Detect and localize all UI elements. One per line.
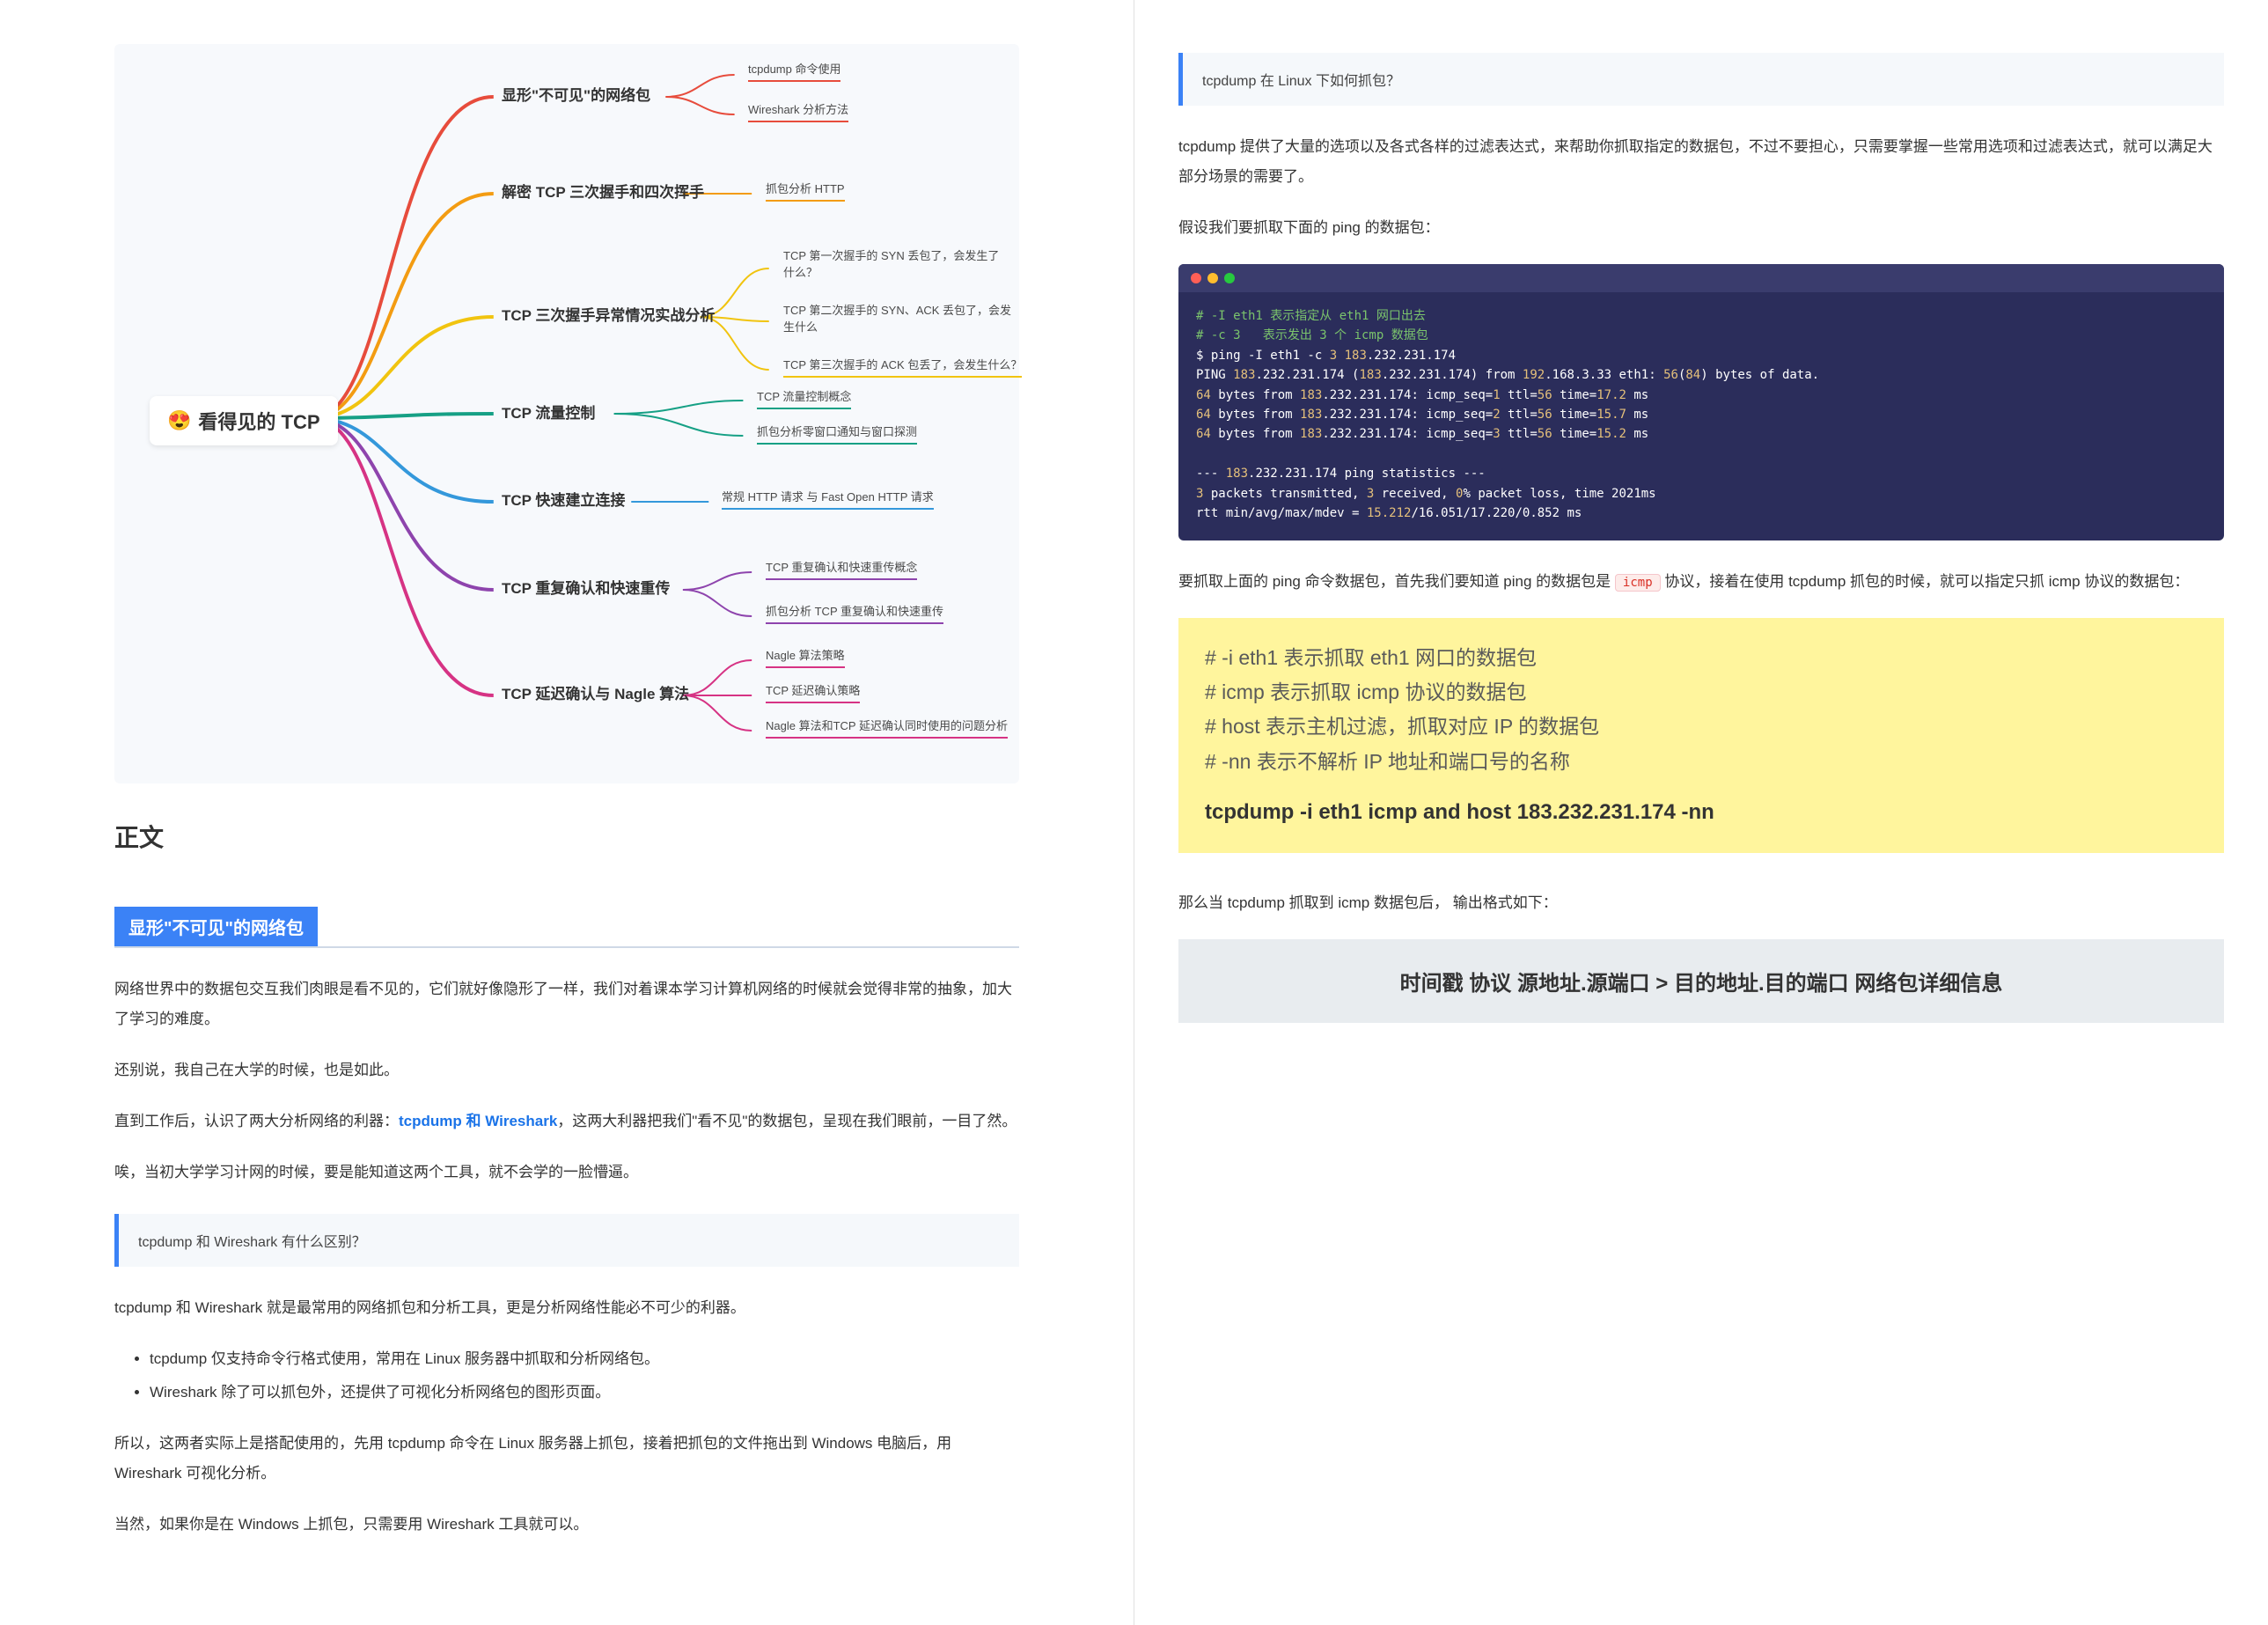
callout-question-1: tcpdump 和 Wireshark 有什么区别？ [114, 1214, 1019, 1267]
mm-leaf-3-0: TCP 流量控制概念 [757, 387, 851, 409]
mm-leaf-5-1: 抓包分析 TCP 重复确认和快速重传 [766, 602, 943, 624]
p-intro-2: 还别说，我自己在大学的时候，也是如此。 [114, 1055, 1019, 1085]
p-ans-1: tcpdump 和 Wireshark 就是最常用的网络抓包和分析工具，更是分析… [114, 1293, 1019, 1323]
p-ans-3: 当然，如果你是在 Windows 上抓包，只需要用 Wireshark 工具就可… [114, 1510, 1019, 1540]
yellow-comment-1: # -i eth1 表示抓取 eth1 网口的数据包 [1205, 641, 2198, 675]
mm-leaf-6-1: TCP 延迟确认策略 [766, 681, 860, 703]
grey-format-box: 时间戳 协议 源地址.源端口 > 目的地址.目的端口 网络包详细信息 [1178, 939, 2224, 1023]
mm-branch-6: TCP 延迟确认与 Nagle 算法 [502, 681, 689, 703]
list-item: tcpdump 仅支持命令行格式使用，常用在 Linux 服务器中抓取和分析网络… [150, 1344, 1019, 1374]
yellow-comment-2: # icmp 表示抓取 icmp 协议的数据包 [1205, 675, 2198, 710]
mm-leaf-5-0: TCP 重复确认和快速重传概念 [766, 558, 917, 580]
inline-code-icmp: icmp [1615, 574, 1661, 592]
p-r2: 假设我们要抓取下面的 ping 的数据包： [1178, 213, 2224, 243]
p-r4: 那么当 tcpdump 抓取到 icmp 数据包后， 输出格式如下： [1178, 888, 2224, 918]
mm-leaf-0-0: tcpdump 命令使用 [748, 60, 840, 82]
left-column: 😍 看得见的 TCP 显形"不可见"的网络包 tcpdump 命令使用 Wire… [0, 0, 1134, 1625]
close-icon [1191, 273, 1201, 283]
mm-leaf-4-0: 常规 HTTP 请求 与 Fast Open HTTP 请求 [722, 488, 934, 510]
terminal-ping: # -I eth1 表示指定从 eth1 网口出去 # -c 3 表示发出 3 … [1178, 264, 2224, 540]
heading-main: 正文 [114, 819, 1019, 854]
mm-leaf-3-1: 抓包分析零窗口通知与窗口探测 [757, 423, 917, 445]
terminal-header [1178, 264, 2224, 292]
mm-branch-2: TCP 三次握手异常情况实战分析 [502, 303, 715, 325]
list-item: Wireshark 除了可以抓包外，还提供了可视化分析网络包的图形页面。 [150, 1378, 1019, 1408]
mm-leaf-0-1: Wireshark 分析方法 [748, 100, 848, 122]
section-title: 显形"不可见"的网络包 [114, 907, 318, 946]
mm-branch-1: 解密 TCP 三次握手和四次挥手 [502, 180, 704, 202]
minimize-icon [1207, 273, 1218, 283]
p-intro-1: 网络世界中的数据包交互我们肉眼是看不见的，它们就好像隐形了一样，我们对着课本学习… [114, 974, 1019, 1034]
mm-leaf-2-0: TCP 第一次握手的 SYN 丢包了，会发生了什么？ [783, 246, 1003, 283]
p-r3: 要抓取上面的 ping 命令数据包，首先我们要知道 ping 的数据包是 icm… [1178, 567, 2224, 597]
mm-leaf-6-0: Nagle 算法策略 [766, 646, 845, 668]
p-r1: tcpdump 提供了大量的选项以及各式各样的过滤表达式，来帮助你抓取指定的数据… [1178, 132, 2224, 192]
tool-names-link[interactable]: tcpdump 和 Wireshark [399, 1113, 557, 1129]
mm-branch-3: TCP 流量控制 [502, 401, 595, 423]
terminal-body: # -I eth1 表示指定从 eth1 网口出去 # -c 3 表示发出 3 … [1178, 292, 2224, 540]
mm-leaf-1-0: 抓包分析 HTTP [766, 180, 845, 202]
p-ans-2: 所以，这两者实际上是搭配使用的，先用 tcpdump 命令在 Linux 服务器… [114, 1429, 1019, 1489]
mm-leaf-6-2: Nagle 算法和TCP 延迟确认同时使用的问题分析 [766, 717, 1008, 739]
mindmap-root-label: 看得见的 TCP [198, 407, 319, 435]
section-divider [114, 946, 1019, 948]
mm-leaf-2-1: TCP 第二次握手的 SYN、ACK 丢包了，会发生什么 [783, 301, 1012, 338]
yellow-comment-3: # host 表示主机过滤，抓取对应 IP 的数据包 [1205, 710, 2198, 744]
p-intro-3: 直到工作后，认识了两大分析网络的利器：tcpdump 和 Wireshark，这… [114, 1107, 1019, 1136]
tool-list: tcpdump 仅支持命令行格式使用，常用在 Linux 服务器中抓取和分析网络… [150, 1344, 1019, 1408]
emoji-icon: 😍 [167, 409, 191, 432]
maximize-icon [1224, 273, 1235, 283]
mindmap: 😍 看得见的 TCP 显形"不可见"的网络包 tcpdump 命令使用 Wire… [114, 44, 1019, 783]
yellow-comment-4: # -nn 表示不解析 IP 地址和端口号的名称 [1205, 745, 2198, 779]
callout-question-2: tcpdump 在 Linux 下如何抓包？ [1178, 53, 2224, 106]
mm-leaf-2-2: TCP 第三次握手的 ACK 包丢了，会发生什么？ [783, 356, 1022, 378]
mindmap-root: 😍 看得见的 TCP [150, 396, 338, 445]
yellow-command-box: # -i eth1 表示抓取 eth1 网口的数据包 # icmp 表示抓取 i… [1178, 618, 2224, 853]
yellow-command: tcpdump -i eth1 icmp and host 183.232.23… [1205, 795, 2198, 831]
mm-branch-5: TCP 重复确认和快速重传 [502, 576, 670, 598]
p-intro-4: 唉，当初大学学习计网的时候，要是能知道这两个工具，就不会学的一脸懵逼。 [114, 1158, 1019, 1188]
mm-branch-0: 显形"不可见"的网络包 [502, 83, 650, 105]
right-column: tcpdump 在 Linux 下如何抓包？ tcpdump 提供了大量的选项以… [1134, 0, 2268, 1625]
mm-branch-4: TCP 快速建立连接 [502, 488, 625, 510]
